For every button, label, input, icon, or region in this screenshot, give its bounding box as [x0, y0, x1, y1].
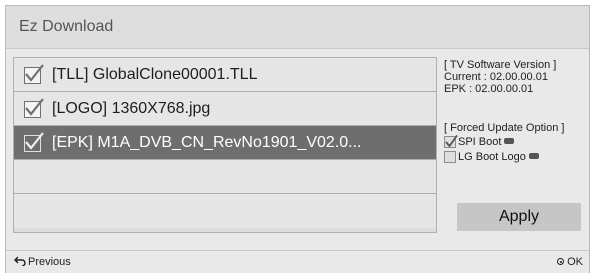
dialog-title: Ez Download — [19, 18, 114, 35]
ez-download-dialog: Ez Download [TLL] GlobalClone00001.TLL [… — [5, 5, 590, 273]
previous-button[interactable]: Previous — [14, 256, 71, 268]
file-row-empty — [14, 194, 436, 228]
ok-button[interactable]: OK — [557, 256, 583, 268]
ok-key-icon — [557, 258, 565, 265]
checkbox-icon[interactable] — [24, 98, 44, 118]
spi-boot-option[interactable]: SPI Boot — [444, 134, 594, 150]
checkbox-icon[interactable] — [24, 64, 44, 84]
software-version-panel: [ TV Software Version ] Current : 02.00.… — [444, 59, 594, 95]
file-row-epk[interactable]: [EPK] M1A_DVB_CN_RevNo1901_V02.0... — [14, 126, 436, 160]
forced-update-header: [ Forced Update Option ] — [444, 122, 565, 134]
remote-key-icon — [504, 138, 515, 145]
checkbox-icon[interactable] — [24, 132, 44, 152]
lg-boot-logo-option[interactable]: LG Boot Logo — [444, 151, 594, 165]
apply-button[interactable]: Apply — [457, 203, 581, 231]
file-name: [TLL] GlobalClone00001.TLL — [52, 66, 258, 83]
back-arrow-icon — [14, 256, 26, 267]
file-list: [TLL] GlobalClone00001.TLL [LOGO] 1360X7… — [13, 57, 437, 233]
checkbox-icon[interactable] — [444, 134, 458, 148]
epk-version: EPK : 02.00.00.01 — [444, 83, 534, 95]
title-bar: Ez Download — [6, 6, 589, 49]
lg-boot-logo-label: LG Boot Logo — [458, 151, 539, 163]
file-name: [EPK] M1A_DVB_CN_RevNo1901_V02.0... — [52, 134, 362, 151]
remote-key-icon — [528, 153, 539, 160]
checkbox-icon[interactable] — [444, 151, 456, 163]
file-row-tll[interactable]: [TLL] GlobalClone00001.TLL — [14, 58, 436, 92]
file-row-empty — [14, 160, 436, 194]
current-version: Current : 02.00.00.01 — [444, 71, 548, 83]
spi-boot-label: SPI Boot — [458, 136, 515, 148]
footer-bar: Previous OK — [6, 250, 589, 273]
file-name: [LOGO] 1360X768.jpg — [52, 100, 211, 117]
file-row-logo[interactable]: [LOGO] 1360X768.jpg — [14, 92, 436, 126]
software-version-header: [ TV Software Version ] — [444, 59, 557, 71]
